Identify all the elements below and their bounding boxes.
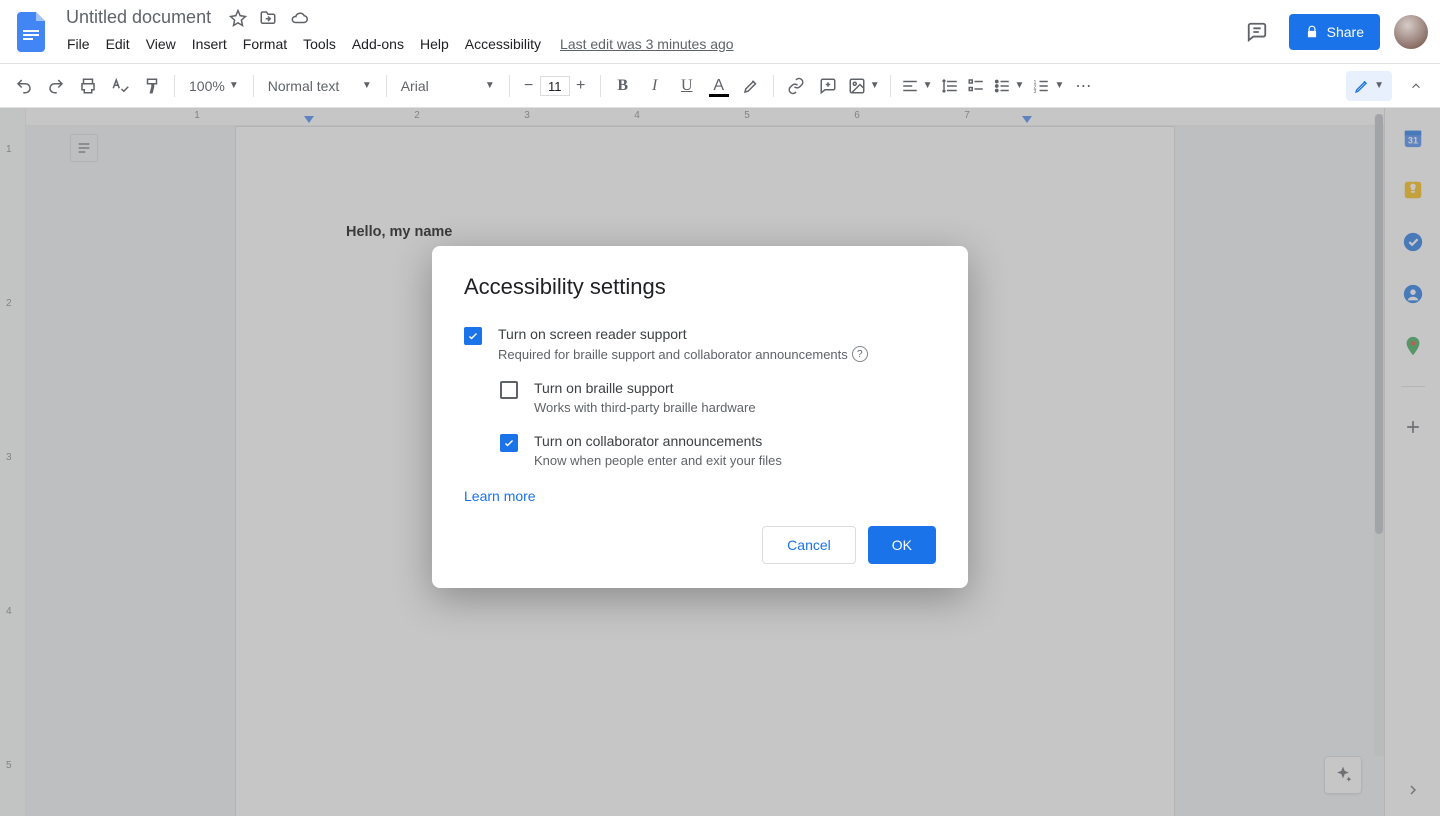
separator <box>386 75 387 97</box>
checkbox-collab[interactable] <box>500 434 518 452</box>
zoom-dropdown[interactable]: 100% ▼ <box>183 72 245 100</box>
print-button[interactable] <box>74 72 102 100</box>
separator <box>174 75 175 97</box>
separator <box>600 75 601 97</box>
checklist-button[interactable] <box>965 72 987 100</box>
lock-icon <box>1305 25 1319 39</box>
numbered-list-dropdown[interactable]: 123▼ <box>1030 72 1066 100</box>
highlight-button[interactable] <box>737 72 765 100</box>
checkbox-braille[interactable] <box>500 381 518 399</box>
learn-more-link[interactable]: Learn more <box>464 488 536 504</box>
open-comments-button[interactable] <box>1239 14 1275 50</box>
menu-format[interactable]: Format <box>236 32 294 56</box>
caret-down-icon: ▼ <box>1015 80 1025 91</box>
underline-button[interactable]: U <box>673 72 701 100</box>
option-desc: Works with third-party braille hardware <box>534 400 756 415</box>
bold-button[interactable]: B <box>609 72 637 100</box>
caret-down-icon: ▼ <box>229 80 239 91</box>
star-icon[interactable] <box>229 9 247 27</box>
menu-insert[interactable]: Insert <box>185 32 234 56</box>
spellcheck-button[interactable] <box>106 72 134 100</box>
paint-format-button[interactable] <box>138 72 166 100</box>
menu-bar: File Edit View Insert Format Tools Add-o… <box>60 32 744 56</box>
menu-tools[interactable]: Tools <box>296 32 343 56</box>
menu-accessibility[interactable]: Accessibility <box>458 32 548 56</box>
option-desc: Required for braille support and collabo… <box>498 347 848 362</box>
font-size-increase[interactable]: + <box>570 75 592 97</box>
italic-button[interactable]: I <box>641 72 669 100</box>
option-collaborator-announcements: Turn on collaborator announcements Know … <box>500 433 936 468</box>
menu-help[interactable]: Help <box>413 32 456 56</box>
redo-button[interactable] <box>42 72 70 100</box>
editing-mode-dropdown[interactable]: ▼ <box>1346 71 1392 101</box>
menu-edit[interactable]: Edit <box>99 32 137 56</box>
text-color-button[interactable]: A <box>705 72 733 100</box>
cloud-status-icon[interactable] <box>289 9 309 27</box>
font-size-value[interactable]: 11 <box>540 76 570 96</box>
ok-button[interactable]: OK <box>868 526 936 564</box>
menu-addons[interactable]: Add-ons <box>345 32 411 56</box>
option-screen-reader: Turn on screen reader support Required f… <box>464 326 936 362</box>
font-size-decrease[interactable]: − <box>518 75 540 97</box>
checkbox-screen-reader[interactable] <box>464 327 482 345</box>
last-edit-link[interactable]: Last edit was 3 minutes ago <box>550 32 744 56</box>
docs-logo[interactable] <box>12 12 52 52</box>
caret-down-icon: ▼ <box>1374 80 1384 91</box>
insert-image-dropdown[interactable]: ▼ <box>846 72 882 100</box>
help-icon[interactable]: ? <box>852 346 868 362</box>
caret-down-icon: ▼ <box>870 80 880 91</box>
caret-down-icon: ▼ <box>485 80 495 91</box>
option-braille: Turn on braille support Works with third… <box>500 380 936 415</box>
separator <box>509 75 510 97</box>
doc-title[interactable]: Untitled document <box>60 5 217 30</box>
paragraph-style-value: Normal text <box>268 78 340 94</box>
pencil-icon <box>1354 78 1370 94</box>
menu-view[interactable]: View <box>139 32 183 56</box>
font-dropdown[interactable]: Arial ▼ <box>395 72 501 100</box>
dialog-title: Accessibility settings <box>464 274 936 300</box>
insert-comment-button[interactable] <box>814 72 842 100</box>
more-tools-button[interactable]: ⋯ <box>1070 72 1098 100</box>
caret-down-icon: ▼ <box>362 80 372 91</box>
separator <box>253 75 254 97</box>
share-label: Share <box>1327 24 1364 40</box>
undo-button[interactable] <box>10 72 38 100</box>
move-icon[interactable] <box>259 9 277 27</box>
separator <box>773 75 774 97</box>
account-avatar[interactable] <box>1394 15 1428 49</box>
menu-file[interactable]: File <box>60 32 97 56</box>
insert-link-button[interactable] <box>782 72 810 100</box>
collapse-toolbar-button[interactable] <box>1402 72 1430 100</box>
accessibility-settings-dialog: Accessibility settings Turn on screen re… <box>432 246 968 588</box>
doc-title-area: Untitled document File Edit View Insert … <box>60 5 744 56</box>
font-value: Arial <box>401 78 429 94</box>
option-desc: Know when people enter and exit your fil… <box>534 453 782 468</box>
svg-text:3: 3 <box>1034 88 1037 94</box>
paragraph-style-dropdown[interactable]: Normal text ▼ <box>262 72 378 100</box>
option-label: Turn on collaborator announcements <box>534 433 782 449</box>
zoom-value: 100% <box>189 78 225 94</box>
align-dropdown[interactable]: ▼ <box>899 72 935 100</box>
toolbar: 100% ▼ Normal text ▼ Arial ▼ − 11 + B I U A… <box>0 64 1440 108</box>
bulleted-list-dropdown[interactable]: ▼ <box>991 72 1027 100</box>
workspace: 1 2 3 4 5 1 2 3 4 5 6 7 Hello, my name <box>0 108 1440 816</box>
caret-down-icon: ▼ <box>923 80 933 91</box>
header-bar: Untitled document File Edit View Insert … <box>0 0 1440 64</box>
option-label: Turn on braille support <box>534 380 756 396</box>
share-button[interactable]: Share <box>1289 14 1380 50</box>
cancel-button[interactable]: Cancel <box>762 526 856 564</box>
line-spacing-dropdown[interactable] <box>939 72 961 100</box>
separator <box>890 75 891 97</box>
caret-down-icon: ▼ <box>1054 80 1064 91</box>
option-label: Turn on screen reader support <box>498 326 868 342</box>
font-size-control: − 11 + <box>518 75 592 97</box>
